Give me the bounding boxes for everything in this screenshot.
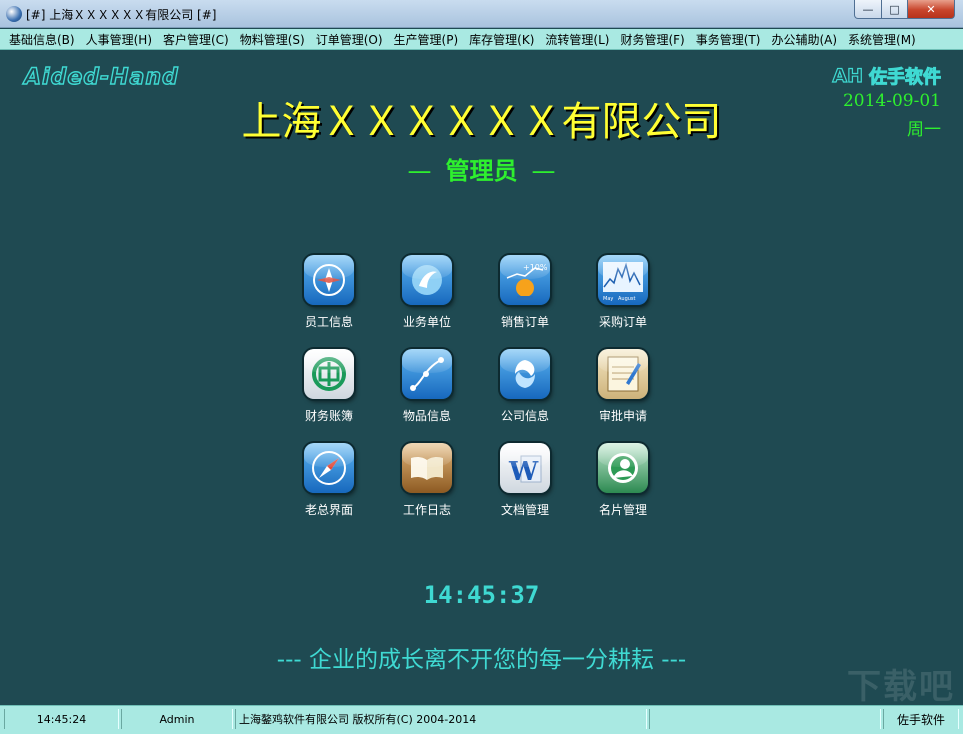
title-bar: [#] 上海ＸＸＸＸＸＸ有限公司 [#] — □ ✕ bbox=[0, 0, 963, 28]
menu-inventory[interactable]: 库存管理(K) bbox=[464, 31, 539, 48]
tile-label: 审批申请 bbox=[598, 409, 647, 423]
live-clock: 14:45:37 bbox=[423, 581, 540, 609]
watermark-logo: 下载吧 bbox=[847, 667, 955, 707]
tile-boss-interface[interactable]: 老总界面 bbox=[280, 443, 378, 537]
menu-affairs[interactable]: 事务管理(T) bbox=[691, 31, 766, 48]
minimize-icon: — bbox=[862, 2, 874, 16]
graph-curve-icon bbox=[402, 349, 452, 399]
window-title: [#] 上海ＸＸＸＸＸＸ有限公司 [#] bbox=[26, 8, 217, 22]
menu-materials[interactable]: 物料管理(S) bbox=[235, 31, 310, 48]
tile-label: 工作日志 bbox=[402, 503, 451, 517]
tile-business-units[interactable]: 业务单位 bbox=[378, 255, 476, 349]
tile-label: 物品信息 bbox=[402, 409, 451, 423]
tile-label: 员工信息 bbox=[304, 315, 353, 329]
chart-axis-a: May bbox=[603, 296, 613, 302]
menu-orders[interactable]: 订单管理(O) bbox=[311, 31, 388, 48]
tile-label: 采购订单 bbox=[598, 315, 647, 329]
tile-label: 公司信息 bbox=[500, 409, 549, 423]
menu-production[interactable]: 生产管理(P) bbox=[389, 31, 464, 48]
bank-icon bbox=[304, 349, 354, 399]
menu-finance[interactable]: 财务管理(F) bbox=[615, 31, 689, 48]
tile-approval-request[interactable]: 审批申请 bbox=[574, 349, 672, 443]
tile-work-log[interactable]: 工作日志 bbox=[378, 443, 476, 537]
tile-company-info[interactable]: 公司信息 bbox=[476, 349, 574, 443]
bird-icon bbox=[402, 255, 452, 305]
slogan: --- 企业的成长离不开您的每一分耕耘 --- bbox=[276, 647, 687, 673]
safari-icon bbox=[304, 443, 354, 493]
brand-logo: AH 佐手软件 bbox=[832, 63, 942, 89]
module-grid: 员工信息 业务单位 +10% 销售订单 May August 采购订单 财务账簿… bbox=[280, 255, 672, 537]
contact-icon bbox=[598, 443, 648, 493]
word-glyph: W bbox=[508, 457, 539, 487]
tile-document-management[interactable]: W 文档管理 bbox=[476, 443, 574, 537]
menu-hr[interactable]: 人事管理(H) bbox=[81, 31, 157, 48]
tile-label: 文档管理 bbox=[500, 503, 549, 517]
menu-customers[interactable]: 客户管理(C) bbox=[158, 31, 234, 48]
aided-hand-logo: Aided-Hand bbox=[23, 64, 179, 90]
company-title: 上海ＸＸＸＸＸＸ有限公司 bbox=[241, 99, 722, 145]
status-empty-panel bbox=[649, 709, 881, 729]
sales-chart-icon: +10% bbox=[500, 255, 550, 305]
book-icon bbox=[402, 443, 452, 493]
swirl-icon bbox=[500, 349, 550, 399]
menu-bar: 基础信息(B) 人事管理(H) 客户管理(C) 物料管理(S) 订单管理(O) … bbox=[0, 29, 963, 50]
role-label: 管理员 bbox=[445, 157, 518, 185]
menu-system[interactable]: 系统管理(M) bbox=[843, 31, 921, 48]
minimize-button[interactable]: — bbox=[854, 0, 882, 19]
stock-chart-icon: May August bbox=[598, 255, 648, 305]
main-desktop: Aided-Hand AH 佐手软件 2014-09-01 周一 上海ＸＸＸＸＸ… bbox=[0, 51, 963, 707]
tile-label: 销售订单 bbox=[500, 315, 549, 329]
tile-label: 老总界面 bbox=[304, 503, 353, 517]
menu-office-tools[interactable]: 办公辅助(A) bbox=[766, 31, 842, 48]
close-button[interactable]: ✕ bbox=[907, 0, 955, 19]
maximize-button[interactable]: □ bbox=[881, 0, 908, 19]
tile-sales-orders[interactable]: +10% 销售订单 bbox=[476, 255, 574, 349]
tile-label: 业务单位 bbox=[402, 315, 451, 329]
tile-label: 名片管理 bbox=[598, 503, 647, 517]
status-time: 14:45:24 bbox=[4, 709, 119, 729]
status-copyright: 上海鏊鸡软件有限公司 版权所有(C) 2004-2014 bbox=[235, 709, 647, 729]
notepad-icon bbox=[598, 349, 648, 399]
status-bar: 14:45:24 Admin 上海鏊鸡软件有限公司 版权所有(C) 2004-2… bbox=[0, 705, 963, 734]
app-icon[interactable] bbox=[6, 6, 22, 22]
role-dash-right: — bbox=[531, 157, 556, 185]
tile-label: 财务账簿 bbox=[304, 409, 353, 423]
menu-basic-info[interactable]: 基础信息(B) bbox=[4, 31, 80, 48]
status-user: Admin bbox=[121, 709, 233, 729]
user-role: — 管理员 — bbox=[0, 151, 963, 186]
tile-business-cards[interactable]: 名片管理 bbox=[574, 443, 672, 537]
tile-purchase-orders[interactable]: May August 采购订单 bbox=[574, 255, 672, 349]
brand-name: 佐手软件 bbox=[869, 67, 942, 89]
tile-finance-ledger[interactable]: 财务账簿 bbox=[280, 349, 378, 443]
maximize-icon: □ bbox=[889, 2, 900, 16]
tile-item-info[interactable]: 物品信息 bbox=[378, 349, 476, 443]
word-icon: W bbox=[500, 443, 550, 493]
status-brand: 佐手软件 bbox=[883, 709, 959, 729]
close-icon: ✕ bbox=[926, 2, 936, 16]
menu-circulation[interactable]: 流转管理(L) bbox=[540, 31, 614, 48]
tile-employee-info[interactable]: 员工信息 bbox=[280, 255, 378, 349]
role-dash-left: — bbox=[407, 157, 432, 185]
ah-logo-icon: AH bbox=[832, 64, 864, 87]
sales-badge-text: +10% bbox=[523, 263, 547, 272]
compass-icon bbox=[304, 255, 354, 305]
chart-axis-b: August bbox=[618, 296, 636, 302]
